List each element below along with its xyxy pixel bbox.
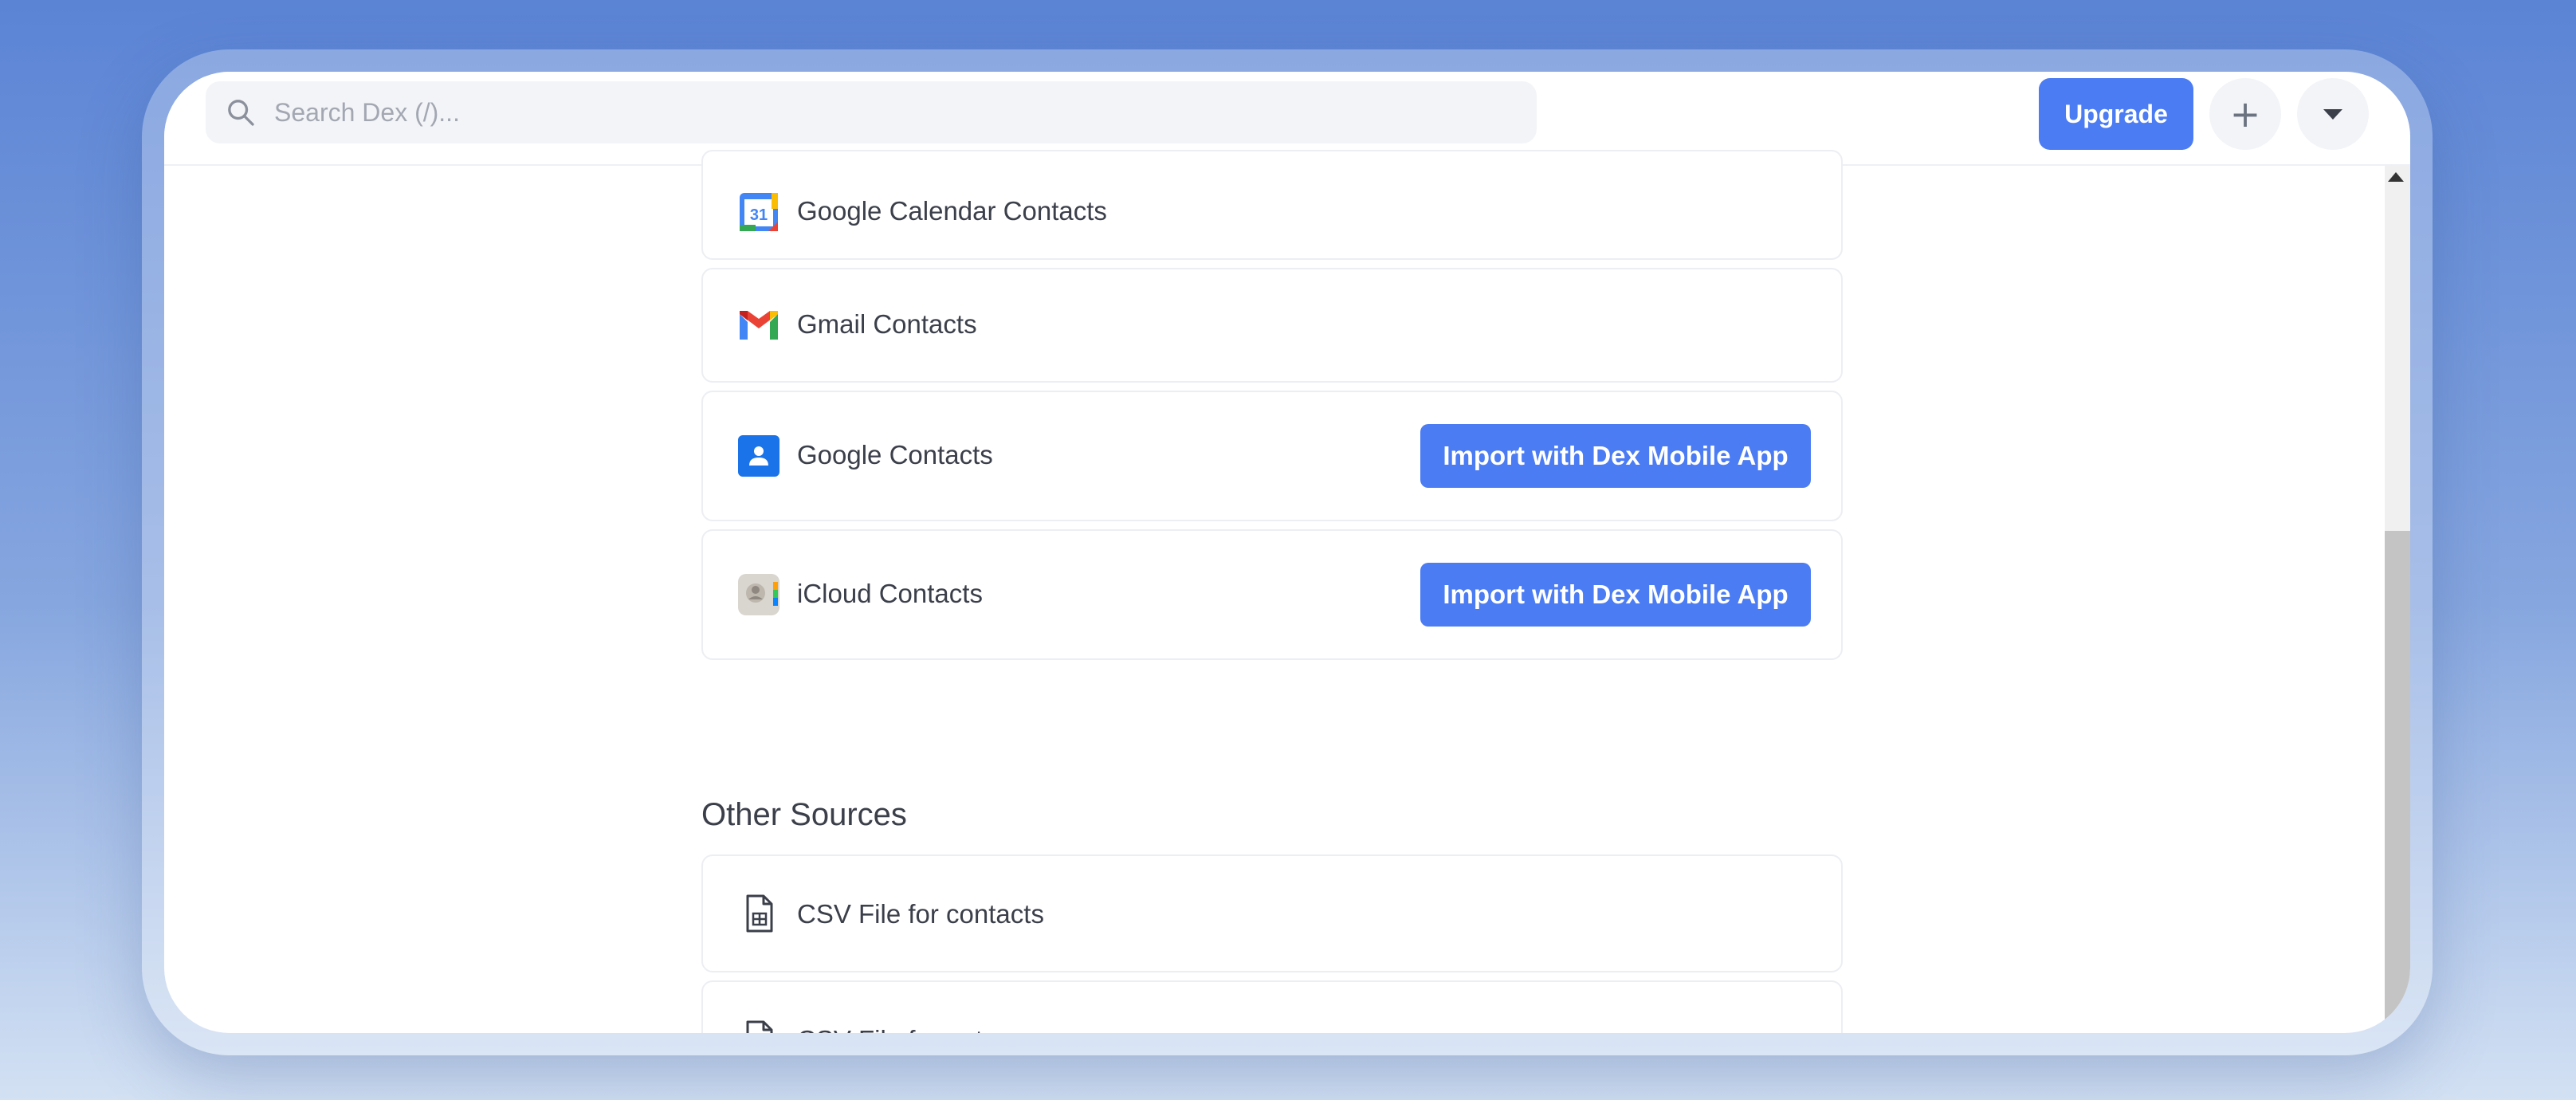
scroll-up-icon[interactable] bbox=[2388, 172, 2404, 182]
source-card-gmail[interactable]: Gmail Contacts bbox=[701, 268, 1843, 383]
svg-text:31: 31 bbox=[750, 206, 768, 224]
source-label: CSV File for notes bbox=[797, 1025, 1011, 1033]
plus-icon: + bbox=[2229, 92, 2261, 136]
section-title-other-sources: Other Sources bbox=[701, 797, 907, 832]
search-input[interactable] bbox=[273, 96, 1471, 128]
source-card-csv-notes[interactable]: CSV File for notes bbox=[701, 980, 1843, 1033]
google-calendar-icon: 31 bbox=[740, 193, 778, 231]
source-label: iCloud Contacts bbox=[797, 579, 983, 608]
source-label: Google Calendar Contacts bbox=[797, 196, 1107, 226]
upgrade-button[interactable]: Upgrade bbox=[2039, 78, 2193, 150]
app-window: Upgrade + 31 Google Calendar Contacts bbox=[164, 72, 2410, 1033]
search-bar[interactable] bbox=[206, 81, 1537, 143]
gmail-icon bbox=[740, 311, 778, 340]
source-card-google-contacts[interactable]: Google Contacts Import with Dex Mobile A… bbox=[701, 391, 1843, 521]
import-mobile-app-button[interactable]: Import with Dex Mobile App bbox=[1420, 424, 1811, 488]
account-menu-button[interactable] bbox=[2297, 78, 2369, 150]
import-sources-list: 31 Google Calendar Contacts Gmail Contac… bbox=[164, 150, 2385, 1033]
google-contacts-icon bbox=[738, 435, 779, 477]
source-label: CSV File for contacts bbox=[797, 899, 1044, 929]
add-button[interactable]: + bbox=[2209, 78, 2281, 150]
import-mobile-app-button[interactable]: Import with Dex Mobile App bbox=[1420, 563, 1811, 627]
csv-file-icon bbox=[746, 894, 773, 933]
icloud-contacts-icon bbox=[738, 574, 779, 615]
source-card-icloud-contacts[interactable]: iCloud Contacts Import with Dex Mobile A… bbox=[701, 529, 1843, 660]
scrollbar-thumb[interactable] bbox=[2385, 531, 2410, 1033]
source-card-csv-contacts[interactable]: CSV File for contacts bbox=[701, 854, 1843, 972]
search-icon bbox=[228, 100, 254, 126]
source-label: Gmail Contacts bbox=[797, 309, 977, 339]
chevron-down-icon bbox=[2323, 109, 2342, 120]
source-card-google-calendar[interactable]: 31 Google Calendar Contacts bbox=[701, 150, 1843, 260]
excel-file-icon bbox=[746, 1020, 773, 1033]
source-label: Google Contacts bbox=[797, 440, 993, 469]
